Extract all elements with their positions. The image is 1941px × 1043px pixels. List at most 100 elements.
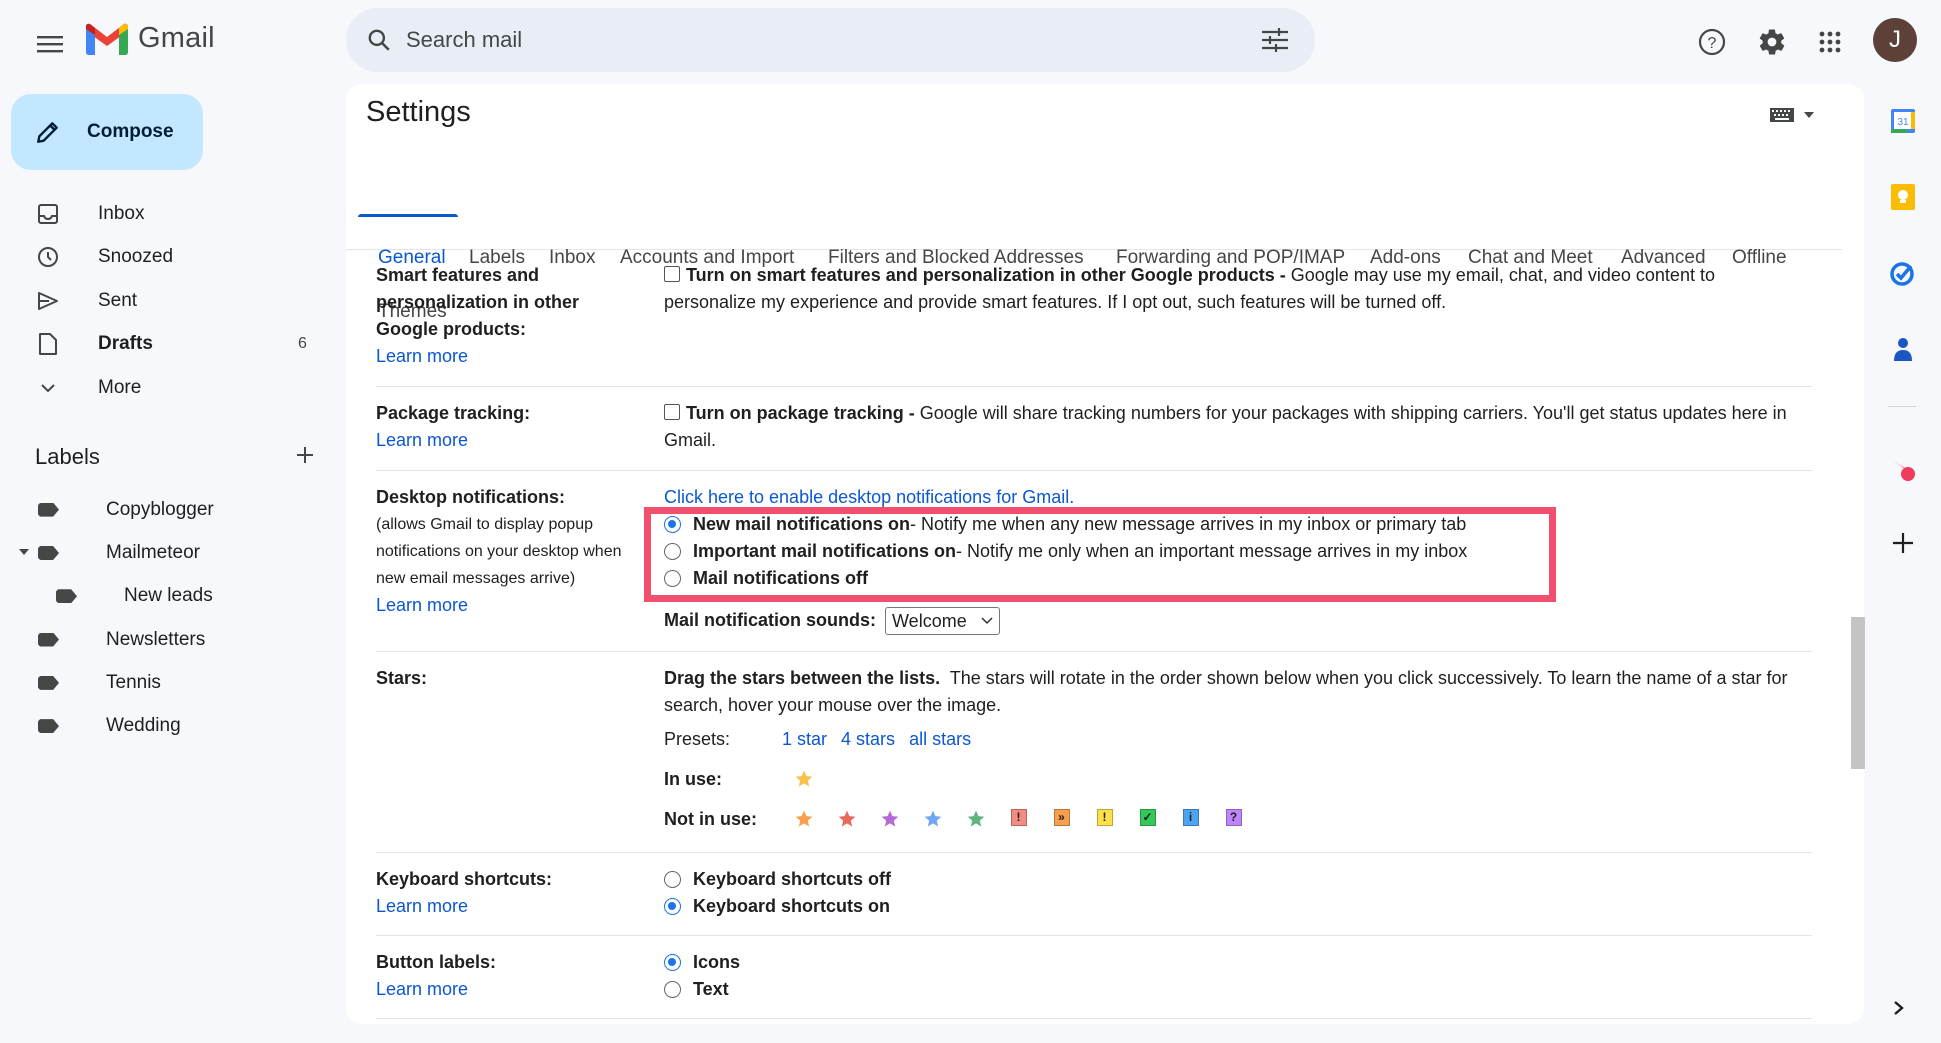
preset-1-star[interactable]: 1 star [782, 726, 827, 753]
account-avatar[interactable]: J [1873, 18, 1917, 62]
sidebar-item-sent[interactable]: Sent [0, 279, 330, 323]
search-icon[interactable] [346, 27, 406, 53]
yellow-bang-icon[interactable]: ! [1083, 809, 1126, 829]
option-title: Text [693, 979, 729, 999]
option-title: Icons [693, 952, 741, 972]
setting-value: Icons Text [664, 949, 1804, 1003]
contacts-app-button[interactable] [1888, 334, 1918, 364]
label-icon [38, 632, 59, 647]
label-icon [38, 719, 59, 734]
keyboard-shortcuts-on-radio[interactable] [664, 898, 681, 915]
smart-features-checkbox[interactable] [664, 266, 680, 282]
compose-button[interactable]: Compose [11, 94, 203, 170]
gmail-logo[interactable]: Gmail [86, 22, 215, 55]
setting-label: Stars: [376, 665, 646, 692]
radio-option[interactable]: Icons [664, 949, 1804, 976]
sidebar-item-label: Drafts [98, 333, 153, 355]
learn-more-link[interactable]: Learn more [376, 427, 646, 454]
green-star-icon[interactable] [954, 809, 997, 829]
in-use-line: In use: [664, 759, 1804, 799]
sidebar-item-snoozed[interactable]: Snoozed [0, 236, 330, 280]
svg-text:?: ? [1708, 35, 1717, 52]
learn-more-link[interactable]: Learn more [376, 976, 646, 1003]
keyboard-icon [1770, 108, 1794, 122]
help-button[interactable]: ? [1690, 20, 1734, 64]
show-side-panel-button[interactable] [1893, 996, 1905, 1022]
preset-all-stars[interactable]: all stars [909, 726, 971, 753]
button-labels-icons-radio[interactable] [664, 954, 681, 971]
label-item-newsletters[interactable]: Newsletters [0, 618, 330, 661]
setting-label: Keyboard shortcuts: Learn more [376, 866, 646, 920]
presets-label: Presets: [664, 728, 731, 749]
preset-4-stars[interactable]: 4 stars [841, 726, 895, 753]
label-item-tennis[interactable]: Tennis [0, 661, 330, 704]
tasks-app-button[interactable] [1888, 258, 1918, 288]
purple-star-icon[interactable] [868, 809, 911, 829]
input-tools-button[interactable] [1770, 108, 1814, 122]
search-options-icon[interactable] [1245, 28, 1305, 52]
calendar-app-button[interactable]: 31 [1888, 106, 1918, 136]
blue-star-icon[interactable] [911, 809, 954, 829]
get-addons-button[interactable] [1888, 528, 1918, 558]
labels-header: Labels [35, 444, 315, 470]
not-in-use-label: Not in use: [664, 808, 757, 829]
button-labels-text-radio[interactable] [664, 981, 681, 998]
red-bang-glyph: ! [1010, 809, 1027, 826]
blue-info-glyph: i [1182, 809, 1199, 826]
label-item-new-leads[interactable]: New leads [0, 575, 330, 618]
label-item-wedding[interactable]: Wedding [0, 704, 330, 747]
label-item-copyblogger[interactable]: Copyblogger [0, 488, 330, 531]
purple-question-icon[interactable]: ? [1212, 809, 1255, 829]
presets-line: Presets: 1 star 4 stars all stars [664, 719, 1804, 759]
setting-value: Keyboard shortcuts off Keyboard shortcut… [664, 866, 1804, 920]
settings-panel: Settings General Labels Inbox Accounts a… [346, 84, 1864, 1024]
orange-guillemet-icon[interactable]: » [1040, 809, 1083, 829]
scrollbar-thumb[interactable] [1851, 617, 1865, 769]
sidebar-item-more[interactable]: More [0, 366, 330, 410]
blue-info-icon[interactable]: i [1169, 809, 1212, 829]
in-use-stars [782, 769, 825, 789]
green-check-glyph: ✓ [1139, 809, 1156, 826]
learn-more-link[interactable]: Learn more [376, 893, 646, 920]
annotation-highlight-box [644, 507, 1556, 602]
red-star-icon[interactable] [825, 809, 868, 829]
in-use-label: In use: [664, 768, 723, 789]
settings-button[interactable] [1750, 20, 1794, 64]
search-input[interactable] [406, 27, 1245, 53]
sidebar-item-inbox[interactable]: Inbox [0, 192, 330, 236]
sidebar-item-label: More [98, 376, 142, 398]
radio-option[interactable]: Keyboard shortcuts off [664, 866, 1804, 893]
package-tracking-checkbox[interactable] [664, 404, 680, 420]
apps-button[interactable] [1808, 20, 1852, 64]
radio-option[interactable]: Text [664, 976, 1804, 1003]
radio-option[interactable]: Keyboard shortcuts on [664, 893, 1804, 920]
green-check-icon[interactable]: ✓ [1126, 809, 1169, 829]
stars-description: Drag the stars between the lists. The st… [664, 665, 1804, 719]
keyboard-shortcuts-off-radio[interactable] [664, 871, 681, 888]
labels-list: Copyblogger Mailmeteor New leads Newslet… [0, 488, 330, 748]
stars-label: Stars: [376, 668, 428, 688]
notification-sound-select[interactable]: Welcome [885, 607, 1000, 636]
add-label-button[interactable] [295, 445, 315, 470]
active-tab-indicator [358, 214, 458, 217]
sidebar-item-label: Inbox [98, 202, 145, 224]
yellow-star-icon[interactable] [782, 769, 825, 789]
stars-instruction: Drag the stars between the lists. [664, 668, 941, 688]
desktop-notifications-label: Desktop notifications: [376, 487, 566, 507]
keep-app-button[interactable] [1888, 182, 1918, 212]
chevron-down-icon [36, 376, 60, 400]
red-bang-icon[interactable]: ! [997, 809, 1040, 829]
svg-text:31: 31 [1897, 117, 1909, 128]
mailmeteor-app-button[interactable] [1888, 455, 1918, 485]
orange-star-icon[interactable] [782, 809, 825, 829]
learn-more-link[interactable]: Learn more [376, 592, 646, 619]
search-bar[interactable] [346, 8, 1315, 72]
orange-guillemet-glyph: » [1053, 809, 1070, 826]
option-title: Keyboard shortcuts on [693, 896, 891, 916]
label-icon [56, 589, 77, 604]
sidebar-item-drafts[interactable]: Drafts 6 [0, 323, 330, 367]
learn-more-link[interactable]: Learn more [376, 343, 646, 370]
label-item-mailmeteor[interactable]: Mailmeteor [0, 531, 330, 574]
collapse-caret-icon[interactable] [19, 549, 29, 556]
main-menu-button[interactable] [30, 24, 70, 64]
